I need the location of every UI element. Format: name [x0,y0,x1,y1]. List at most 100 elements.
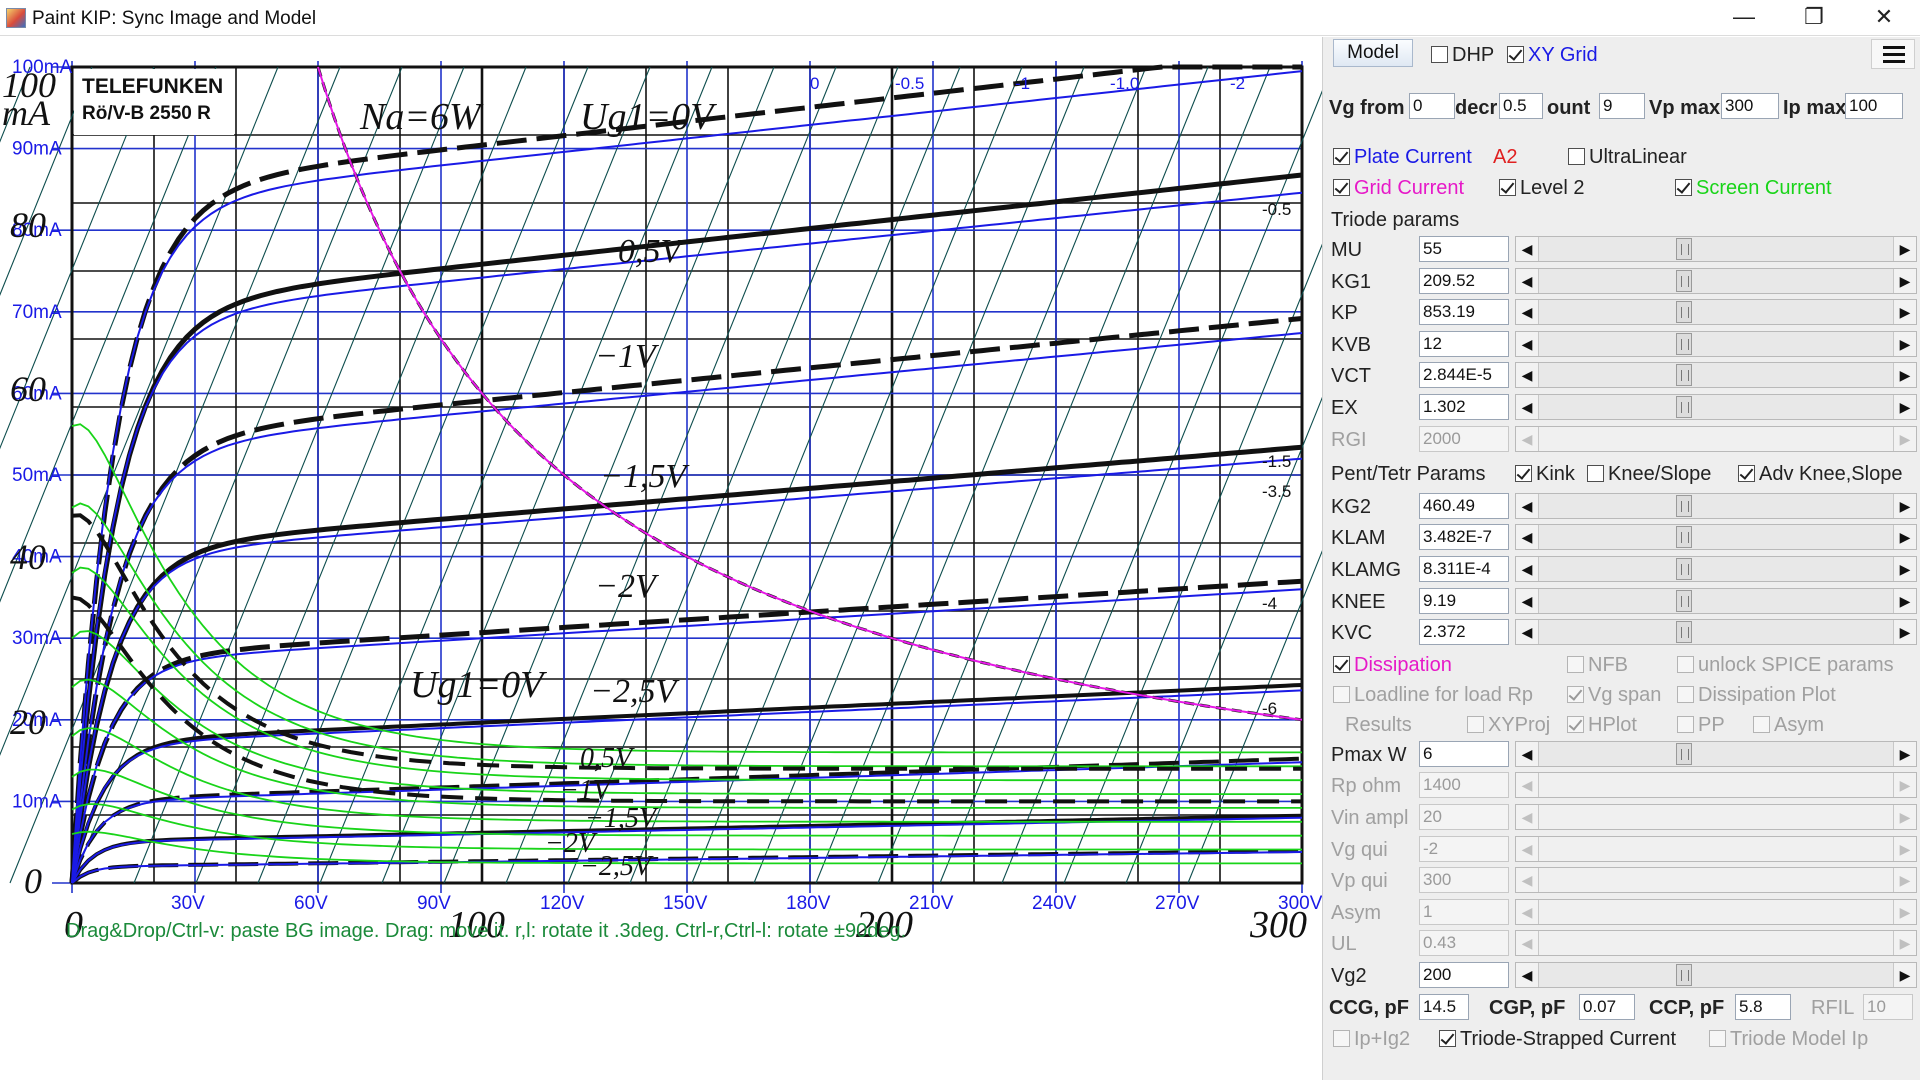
ip-ig2-checkbox[interactable]: Ip+Ig2 [1333,1027,1410,1051]
pent-param-slider-left-arrow[interactable]: ◀ [1516,494,1538,518]
triode-param-slider-right-arrow[interactable]: ▶ [1894,363,1916,387]
triode-param-input[interactable]: 209.52 [1419,267,1509,294]
pent-param-slider-right-arrow[interactable]: ▶ [1894,620,1916,644]
load-param-slider-left-arrow[interactable]: ◀ [1516,963,1538,987]
knee-slope-checkbox-box[interactable] [1587,465,1604,483]
hplot-checkbox-box[interactable] [1567,715,1584,733]
plot-svg[interactable]: 100mA90mA80mA70mA60mA50mA40mA30mA20mA10m… [0,37,1322,1080]
level2-checkbox[interactable]: Level 2 [1499,176,1585,200]
ip-max-input[interactable]: 100 [1845,93,1903,119]
triode-strapped-checkbox[interactable]: Triode-Strapped Current [1439,1027,1676,1051]
vg-span-checkbox[interactable]: Vg span [1567,683,1661,707]
triode-param-slider-track[interactable] [1538,331,1894,356]
close-button[interactable]: ✕ [1854,0,1914,34]
xyproj-checkbox[interactable]: XYProj [1467,713,1550,737]
dissipation-checkbox[interactable]: Dissipation [1333,653,1452,677]
asym-checkbox[interactable]: Asym [1753,713,1824,737]
triode-param-slider-thumb[interactable] [1676,238,1692,260]
pp-checkbox-box[interactable] [1677,715,1694,733]
triode-param-slider-left-arrow[interactable]: ◀ [1516,395,1538,419]
triode-param-slider-thumb[interactable] [1676,396,1692,418]
ccg-input[interactable]: 14.5 [1419,993,1469,1020]
asym-checkbox-box[interactable] [1753,715,1770,733]
triode-param-slider[interactable]: ◀ ▶ [1515,362,1917,389]
hamburger-menu-icon[interactable] [1871,39,1915,69]
pent-param-slider[interactable]: ◀ ▶ [1515,492,1917,519]
pent-param-slider[interactable]: ◀ ▶ [1515,556,1917,582]
pent-param-slider-track[interactable] [1538,525,1894,550]
pent-param-slider-thumb[interactable] [1676,526,1692,549]
loadline-checkbox-box[interactable] [1333,685,1350,703]
load-param-slider-right-arrow[interactable]: ▶ [1894,742,1916,766]
pent-param-input[interactable]: 2.372 [1419,619,1509,646]
pent-param-slider-track[interactable] [1538,620,1894,645]
triode-param-slider-right-arrow[interactable]: ▶ [1894,269,1916,293]
triode-param-slider-thumb[interactable] [1676,301,1692,324]
triode-param-input[interactable]: 12 [1419,330,1509,357]
load-param-slider-thumb[interactable] [1676,964,1692,986]
screen-current-checkbox-box[interactable] [1675,179,1692,196]
dissipation-checkbox-box[interactable] [1333,655,1350,673]
ultralinear-checkbox[interactable]: UltraLinear [1568,145,1687,169]
load-param-slider-track[interactable] [1538,963,1894,987]
pent-param-slider-track[interactable] [1538,493,1894,518]
minimize-button[interactable]: — [1714,0,1774,34]
screen-current-checkbox[interactable]: Screen Current [1675,176,1832,200]
ccp-input[interactable]: 5.8 [1735,993,1791,1020]
plate-current-checkbox-box[interactable] [1333,148,1350,165]
triode-param-slider[interactable]: ◀ ▶ [1515,394,1917,420]
knee-slope-checkbox[interactable]: Knee/Slope [1587,462,1711,486]
pent-param-slider-thumb[interactable] [1676,494,1692,517]
triode-param-slider-right-arrow[interactable]: ▶ [1894,300,1916,324]
triode-strapped-checkbox-box[interactable] [1439,1030,1456,1048]
triode-param-input[interactable]: 853.19 [1419,299,1509,326]
ultralinear-checkbox-box[interactable] [1568,148,1585,165]
pent-param-slider[interactable]: ◀ ▶ [1515,619,1917,646]
pent-param-slider-left-arrow[interactable]: ◀ [1516,525,1538,549]
load-param-input[interactable]: 6 [1419,740,1509,767]
pent-param-slider[interactable]: ◀ ▶ [1515,524,1917,551]
triode-param-slider-track[interactable] [1538,395,1894,419]
triode-param-slider-right-arrow[interactable]: ▶ [1894,332,1916,356]
decr-input[interactable]: 0.5 [1499,93,1543,119]
triode-param-slider-left-arrow[interactable]: ◀ [1516,269,1538,293]
ip-ig2-checkbox-box[interactable] [1333,1030,1350,1048]
triode-param-slider-track[interactable] [1538,363,1894,388]
unlock-spice-checkbox[interactable]: unlock SPICE params [1677,653,1894,677]
triode-param-slider-thumb[interactable] [1676,332,1692,355]
pent-param-input[interactable]: 460.49 [1419,492,1509,519]
triode-param-slider-left-arrow[interactable]: ◀ [1516,300,1538,324]
triode-param-slider-track[interactable] [1538,268,1894,293]
xy-grid-checkbox[interactable]: XY Grid [1507,43,1598,67]
triode-param-slider-right-arrow[interactable]: ▶ [1894,395,1916,419]
triode-param-slider-thumb[interactable] [1676,269,1692,292]
vg-span-checkbox-box[interactable] [1567,685,1584,703]
unlock-spice-checkbox-box[interactable] [1677,655,1694,673]
plate-current-checkbox[interactable]: Plate Current [1333,145,1472,169]
level2-checkbox-box[interactable] [1499,179,1516,196]
plot-canvas[interactable]: 100mA 90mA 80mA 70mA 60mA 50mA 40mA 30mA 20mA 10m… [0,37,1322,1080]
pent-param-slider[interactable]: ◀ ▶ [1515,587,1917,614]
triode-model-ip-checkbox-box[interactable] [1709,1030,1726,1048]
triode-param-slider[interactable]: ◀ ▶ [1515,299,1917,326]
pent-param-input[interactable]: 9.19 [1419,587,1509,614]
load-param-slider-right-arrow[interactable]: ▶ [1894,963,1916,987]
load-param-slider-track[interactable] [1538,741,1894,766]
adv-knee-slope-checkbox-box[interactable] [1738,465,1755,483]
pent-param-input[interactable]: 8.311E-4 [1419,556,1509,582]
load-param-slider-thumb[interactable] [1676,742,1692,765]
kink-checkbox-box[interactable] [1515,465,1532,483]
grid-current-checkbox[interactable]: Grid Current [1333,176,1464,200]
pent-param-slider-right-arrow[interactable]: ▶ [1894,589,1916,613]
triode-param-input[interactable]: 2.844E-5 [1419,362,1509,389]
pp-checkbox[interactable]: PP [1677,713,1725,737]
pent-param-slider-left-arrow[interactable]: ◀ [1516,557,1538,581]
maximize-button[interactable]: ❐ [1784,0,1844,34]
grid-current-checkbox-box[interactable] [1333,179,1350,196]
triode-param-slider-left-arrow[interactable]: ◀ [1516,237,1538,261]
triode-param-slider[interactable]: ◀ ▶ [1515,330,1917,357]
adv-knee-slope-checkbox[interactable]: Adv Knee,Slope [1738,462,1902,486]
kink-checkbox[interactable]: Kink [1515,462,1575,486]
triode-model-ip-checkbox[interactable]: Triode Model Ip [1709,1027,1868,1051]
xyproj-checkbox-box[interactable] [1467,715,1484,733]
